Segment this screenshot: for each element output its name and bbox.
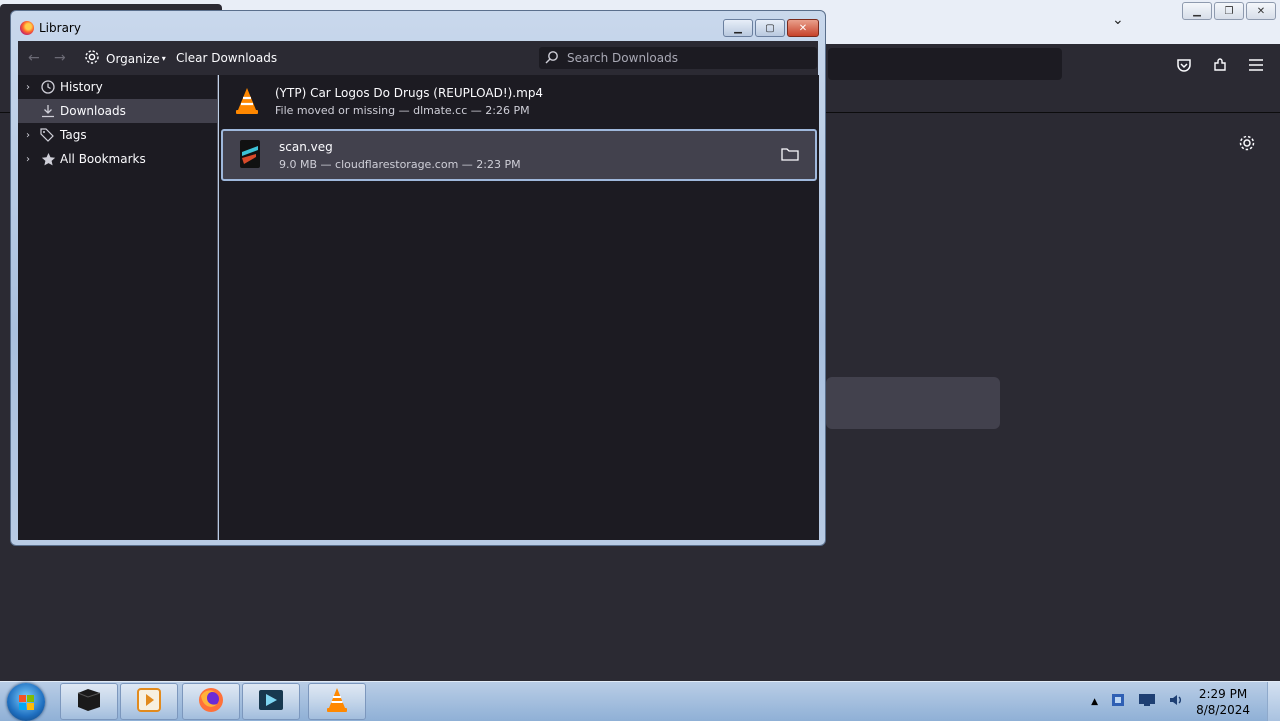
taskbar-media-player-button[interactable] [120, 683, 178, 720]
star-icon [38, 152, 58, 167]
pocket-icon[interactable] [1174, 55, 1194, 75]
taskbar-media-center-button[interactable] [242, 683, 300, 720]
volume-icon[interactable] [1168, 692, 1184, 711]
library-sidebar: › History Downloads › Tags › All Bookmar… [18, 75, 218, 540]
download-item[interactable]: scan.veg 9.0 MB — cloudflarestorage.com … [221, 129, 817, 181]
taskbar: ▲ 2:29 PM 8/8/2024 [0, 681, 1280, 721]
library-window-controls: ▁ ▢ ✕ [723, 19, 819, 37]
chevron-down-icon: ▾ [161, 54, 166, 63]
firefox-icon [197, 686, 225, 717]
sidebar-item-downloads[interactable]: Downloads [18, 99, 217, 123]
minimize-button[interactable]: ▁ [723, 19, 753, 37]
extensions-icon[interactable] [1210, 55, 1230, 75]
clock-date: 8/8/2024 [1196, 702, 1250, 717]
download-filename: scan.veg [279, 139, 333, 154]
list-all-tabs-chevron-icon[interactable]: ⌄ [1112, 12, 1124, 28]
clock[interactable]: 2:29 PM 8/8/2024 [1196, 686, 1250, 718]
show-hidden-icons-icon[interactable]: ▲ [1091, 697, 1098, 707]
media-center-icon [257, 687, 285, 716]
terminal-icon [74, 687, 104, 716]
minimize-button[interactable]: ▁ [1182, 2, 1212, 20]
firefox-icon [20, 21, 34, 35]
vlc-icon [219, 86, 275, 116]
clock-icon [38, 80, 58, 94]
maximize-button[interactable]: ▢ [755, 19, 785, 37]
taskbar-terminal-button[interactable] [60, 683, 118, 720]
gear-icon[interactable] [1238, 134, 1256, 155]
sidebar-item-label: Tags [60, 128, 87, 142]
download-item[interactable]: (YTP) Car Logos Do Drugs (REUPLOAD!).mp4… [219, 75, 819, 127]
download-status: File moved or missing — dlmate.cc — 2:26… [275, 103, 530, 117]
close-button[interactable]: ✕ [787, 19, 819, 37]
close-button[interactable]: ✕ [1246, 2, 1276, 20]
start-button[interactable] [7, 683, 45, 721]
back-arrow-icon[interactable]: ← [28, 50, 40, 66]
download-status: 9.0 MB — cloudflarestorage.com — 2:23 PM [279, 157, 521, 171]
search-downloads-field[interactable] [539, 47, 817, 69]
chevron-right-icon[interactable]: › [18, 82, 38, 93]
chevron-right-icon[interactable]: › [18, 154, 38, 165]
sidebar-item-label: All Bookmarks [60, 152, 146, 166]
windows-logo-icon [19, 695, 34, 710]
url-bar[interactable] [828, 48, 1062, 80]
download-filename: (YTP) Car Logos Do Drugs (REUPLOAD!).mp4 [275, 85, 544, 100]
chevron-right-icon[interactable]: › [18, 130, 38, 141]
taskbar-firefox-button[interactable] [182, 683, 240, 720]
network-icon[interactable] [1110, 692, 1126, 711]
search-input[interactable] [565, 50, 809, 66]
search-icon [545, 50, 559, 67]
window-title: Library [39, 21, 81, 35]
vegas-file-icon [223, 138, 279, 172]
taskbar-vlc-button[interactable] [308, 683, 366, 720]
library-toolbar: ← → Organize ▾ Clear Downloads [18, 41, 818, 75]
content-card[interactable] [826, 377, 1000, 429]
folder-icon[interactable] [781, 146, 799, 165]
forward-arrow-icon[interactable]: → [54, 50, 66, 66]
browser-window-controls: ▁ ❐ ✕ [1182, 2, 1276, 20]
system-tray: ▲ 2:29 PM 8/8/2024 [1091, 682, 1270, 721]
vlc-icon [324, 686, 350, 717]
organize-button[interactable]: Organize ▾ [84, 49, 166, 68]
organize-label: Organize [106, 51, 160, 66]
media-player-icon [136, 687, 162, 716]
tags-icon [38, 128, 58, 142]
sidebar-item-label: History [60, 80, 103, 94]
downloads-list: (YTP) Car Logos Do Drugs (REUPLOAD!).mp4… [219, 75, 819, 540]
show-desktop-button[interactable] [1267, 682, 1280, 721]
sidebar-item-all-bookmarks[interactable]: › All Bookmarks [18, 147, 217, 171]
library-window: Library ▁ ▢ ✕ ← → Organize ▾ Clear Downl… [10, 10, 826, 546]
download-icon [38, 104, 58, 118]
gear-icon [84, 49, 100, 68]
sidebar-item-history[interactable]: › History [18, 75, 217, 99]
sidebar-item-tags[interactable]: › Tags [18, 123, 217, 147]
menu-icon[interactable] [1246, 55, 1266, 75]
restore-button[interactable]: ❐ [1214, 2, 1244, 20]
clock-time: 2:29 PM [1198, 686, 1248, 701]
display-icon[interactable] [1138, 693, 1156, 710]
sidebar-item-label: Downloads [60, 104, 126, 118]
clear-downloads-button[interactable]: Clear Downloads [176, 51, 277, 65]
